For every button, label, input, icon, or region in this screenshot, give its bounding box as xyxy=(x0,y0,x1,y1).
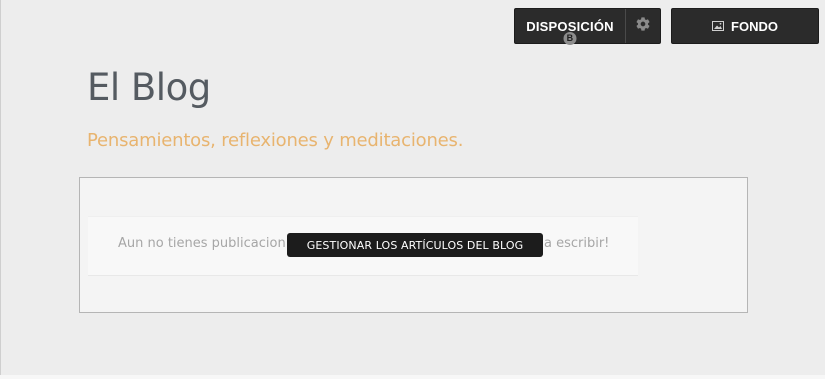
empty-posts-message-end: a escribir! xyxy=(544,236,610,251)
empty-posts-panel: Aun no tienes publicacion GESTIONAR LOS … xyxy=(88,216,638,276)
layout-button[interactable]: DISPOSICIÓN B xyxy=(515,9,626,45)
layout-button-group: DISPOSICIÓN B xyxy=(514,8,661,45)
blog-posts-container: Aun no tienes publicacion GESTIONAR LOS … xyxy=(79,177,748,313)
manage-blog-posts-button[interactable]: GESTIONAR LOS ARTÍCULOS DEL BLOG xyxy=(287,233,543,257)
page-subtitle: Pensamientos, reflexiones y meditaciones… xyxy=(87,130,464,151)
layout-badge: B xyxy=(563,32,577,45)
page-bottom-strip xyxy=(0,375,825,379)
layout-settings-button[interactable] xyxy=(626,9,660,43)
background-button-label: FONDO xyxy=(731,18,778,34)
page-left-border xyxy=(0,0,1,379)
empty-posts-message: Aun no tienes publicacion xyxy=(118,236,286,251)
background-button[interactable]: FONDO xyxy=(671,8,819,44)
gear-icon xyxy=(635,16,651,37)
image-icon xyxy=(712,19,725,34)
page-title: El Blog xyxy=(87,66,211,109)
